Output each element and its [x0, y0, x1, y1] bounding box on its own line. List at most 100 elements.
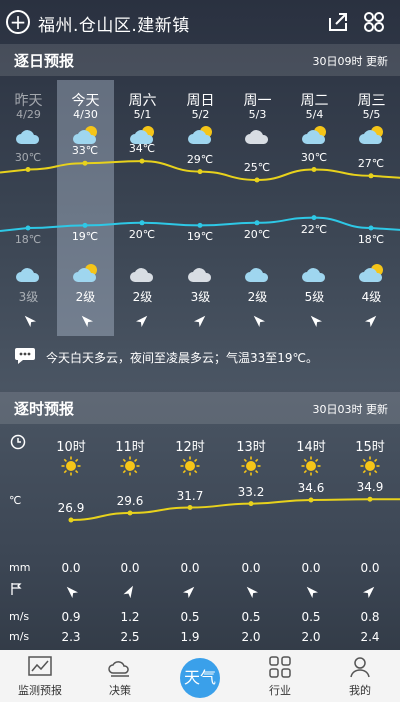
rain-unit-label: mm	[9, 561, 31, 574]
speech-bubble-icon	[15, 348, 35, 364]
tab-weather[interactable]: 天气	[160, 650, 240, 702]
tab-label: 行业	[269, 684, 291, 697]
wind-direction-icon	[64, 584, 79, 601]
wind-direction-icon	[193, 312, 208, 328]
tab-chart[interactable]: 监测预报	[0, 650, 80, 702]
speed-value: 0.5	[180, 610, 200, 624]
speed2-value: 2.5	[120, 630, 140, 644]
speed2-value: 2.4	[360, 630, 380, 644]
temp-point	[254, 177, 260, 183]
day-weather-icon	[15, 124, 43, 146]
temp-point	[311, 167, 317, 172]
sun-icon	[241, 456, 261, 476]
daily-header: 逐日预报 30日09时 更新	[0, 44, 400, 76]
night-weather-icon	[358, 262, 386, 284]
tab-person[interactable]: 我的	[320, 650, 400, 702]
hourly-temp-point	[127, 510, 133, 516]
day-weather-icon	[358, 124, 386, 146]
rain-value: 0.0	[120, 561, 140, 575]
day-date: 5/4	[305, 108, 324, 121]
day-name: 今天	[71, 93, 100, 109]
day-weather-icon	[187, 124, 215, 146]
speed-value: 1.2	[120, 610, 140, 624]
speed-unit-label: m/s	[9, 610, 30, 623]
wind-direction-icon	[182, 584, 197, 601]
wind-level: 2级	[132, 290, 153, 304]
day-date: 5/5	[362, 108, 381, 121]
day-name: 周二	[300, 93, 329, 109]
hourly-header: 逐时预报 30日03时 更新	[0, 392, 400, 424]
wind-level: 4级	[361, 290, 382, 304]
day-date: 5/2	[191, 108, 210, 121]
daily-summary: 今天白天多云，夜间至凌晨多云；气温33至19℃。	[0, 343, 400, 373]
temp-point	[82, 160, 88, 166]
wind-level: 2级	[75, 290, 96, 304]
day-date: 5/1	[133, 108, 152, 121]
speed-value: 0.8	[360, 610, 380, 624]
day-date: 4/29	[16, 108, 41, 121]
add-location-button[interactable]: +	[6, 10, 30, 34]
speed2-unit-label: m/s	[9, 630, 30, 643]
hour-name: 14时	[296, 440, 326, 455]
wind-direction-icon	[79, 312, 94, 328]
top-bar: + 福州.仓山区.建新镇	[0, 0, 400, 44]
rain-value: 0.0	[241, 561, 261, 575]
temp-point	[82, 222, 88, 228]
day-name: 周日	[186, 93, 215, 109]
grid-icon	[268, 656, 292, 678]
wind-direction-icon	[362, 584, 377, 601]
night-weather-icon	[301, 262, 329, 284]
hour-name: 12时	[175, 440, 205, 455]
hourly-temp-point	[187, 505, 193, 511]
wind-direction-icon	[308, 312, 323, 328]
rain-value: 0.0	[180, 561, 200, 575]
tab-decision[interactable]: 决策	[80, 650, 160, 702]
wind-direction-icon	[123, 584, 137, 601]
share-icon[interactable]	[326, 10, 350, 34]
hourly-temp-point	[367, 496, 373, 502]
rain-value: 0.0	[301, 561, 321, 575]
hour-name: 13时	[236, 440, 266, 455]
apps-icon[interactable]	[362, 10, 386, 34]
wind-direction-icon	[135, 312, 150, 328]
wind-flag-icon	[11, 583, 22, 595]
temp-point	[254, 220, 260, 226]
wind-level: 2级	[247, 290, 268, 304]
sun-icon	[61, 456, 81, 476]
hourly-title: 逐时预报	[14, 400, 75, 418]
sun-icon	[180, 456, 200, 476]
speed-value: 0.9	[61, 610, 81, 624]
chart-icon	[28, 656, 52, 678]
temp-point	[25, 167, 31, 172]
rain-value: 0.0	[61, 561, 81, 575]
person-icon	[348, 656, 372, 678]
speed-value: 0.5	[241, 610, 261, 624]
day-weather-icon	[301, 124, 329, 146]
hour-name: 15时	[355, 440, 385, 455]
hour-name: 11时	[115, 440, 145, 455]
sun-icon	[360, 456, 380, 476]
tab-label: 我的	[349, 684, 371, 697]
wind-direction-icon	[304, 584, 319, 601]
tab-label: 决策	[109, 684, 131, 697]
day-name: 周三	[357, 93, 386, 109]
tab-grid[interactable]: 行业	[240, 650, 320, 702]
summary-text: 今天白天多云，夜间至凌晨多云；气温33至19℃。	[46, 351, 319, 365]
rain-value: 0.0	[360, 561, 380, 575]
weather-app: { "header": {"location": "福州.仓山区.建新镇"}, …	[0, 0, 400, 702]
day-date: 5/3	[248, 108, 267, 121]
night-weather-icon	[129, 262, 157, 284]
night-weather-icon	[244, 262, 272, 284]
bottom-tab-bar: 监测预报 决策 天气 行业 我的	[0, 650, 400, 702]
day-date: 4/30	[73, 108, 98, 121]
temp-point	[368, 225, 374, 231]
sun-icon	[120, 456, 140, 476]
location-title[interactable]: 福州.仓山区.建新镇	[38, 11, 190, 36]
temp-point	[25, 225, 31, 231]
decision-icon	[108, 656, 132, 678]
night-weather-icon	[187, 262, 215, 284]
day-name: 周一	[243, 93, 272, 109]
hourly-temp-point	[248, 501, 254, 507]
wind-direction-icon	[364, 312, 379, 328]
day-weather-icon	[72, 124, 100, 146]
